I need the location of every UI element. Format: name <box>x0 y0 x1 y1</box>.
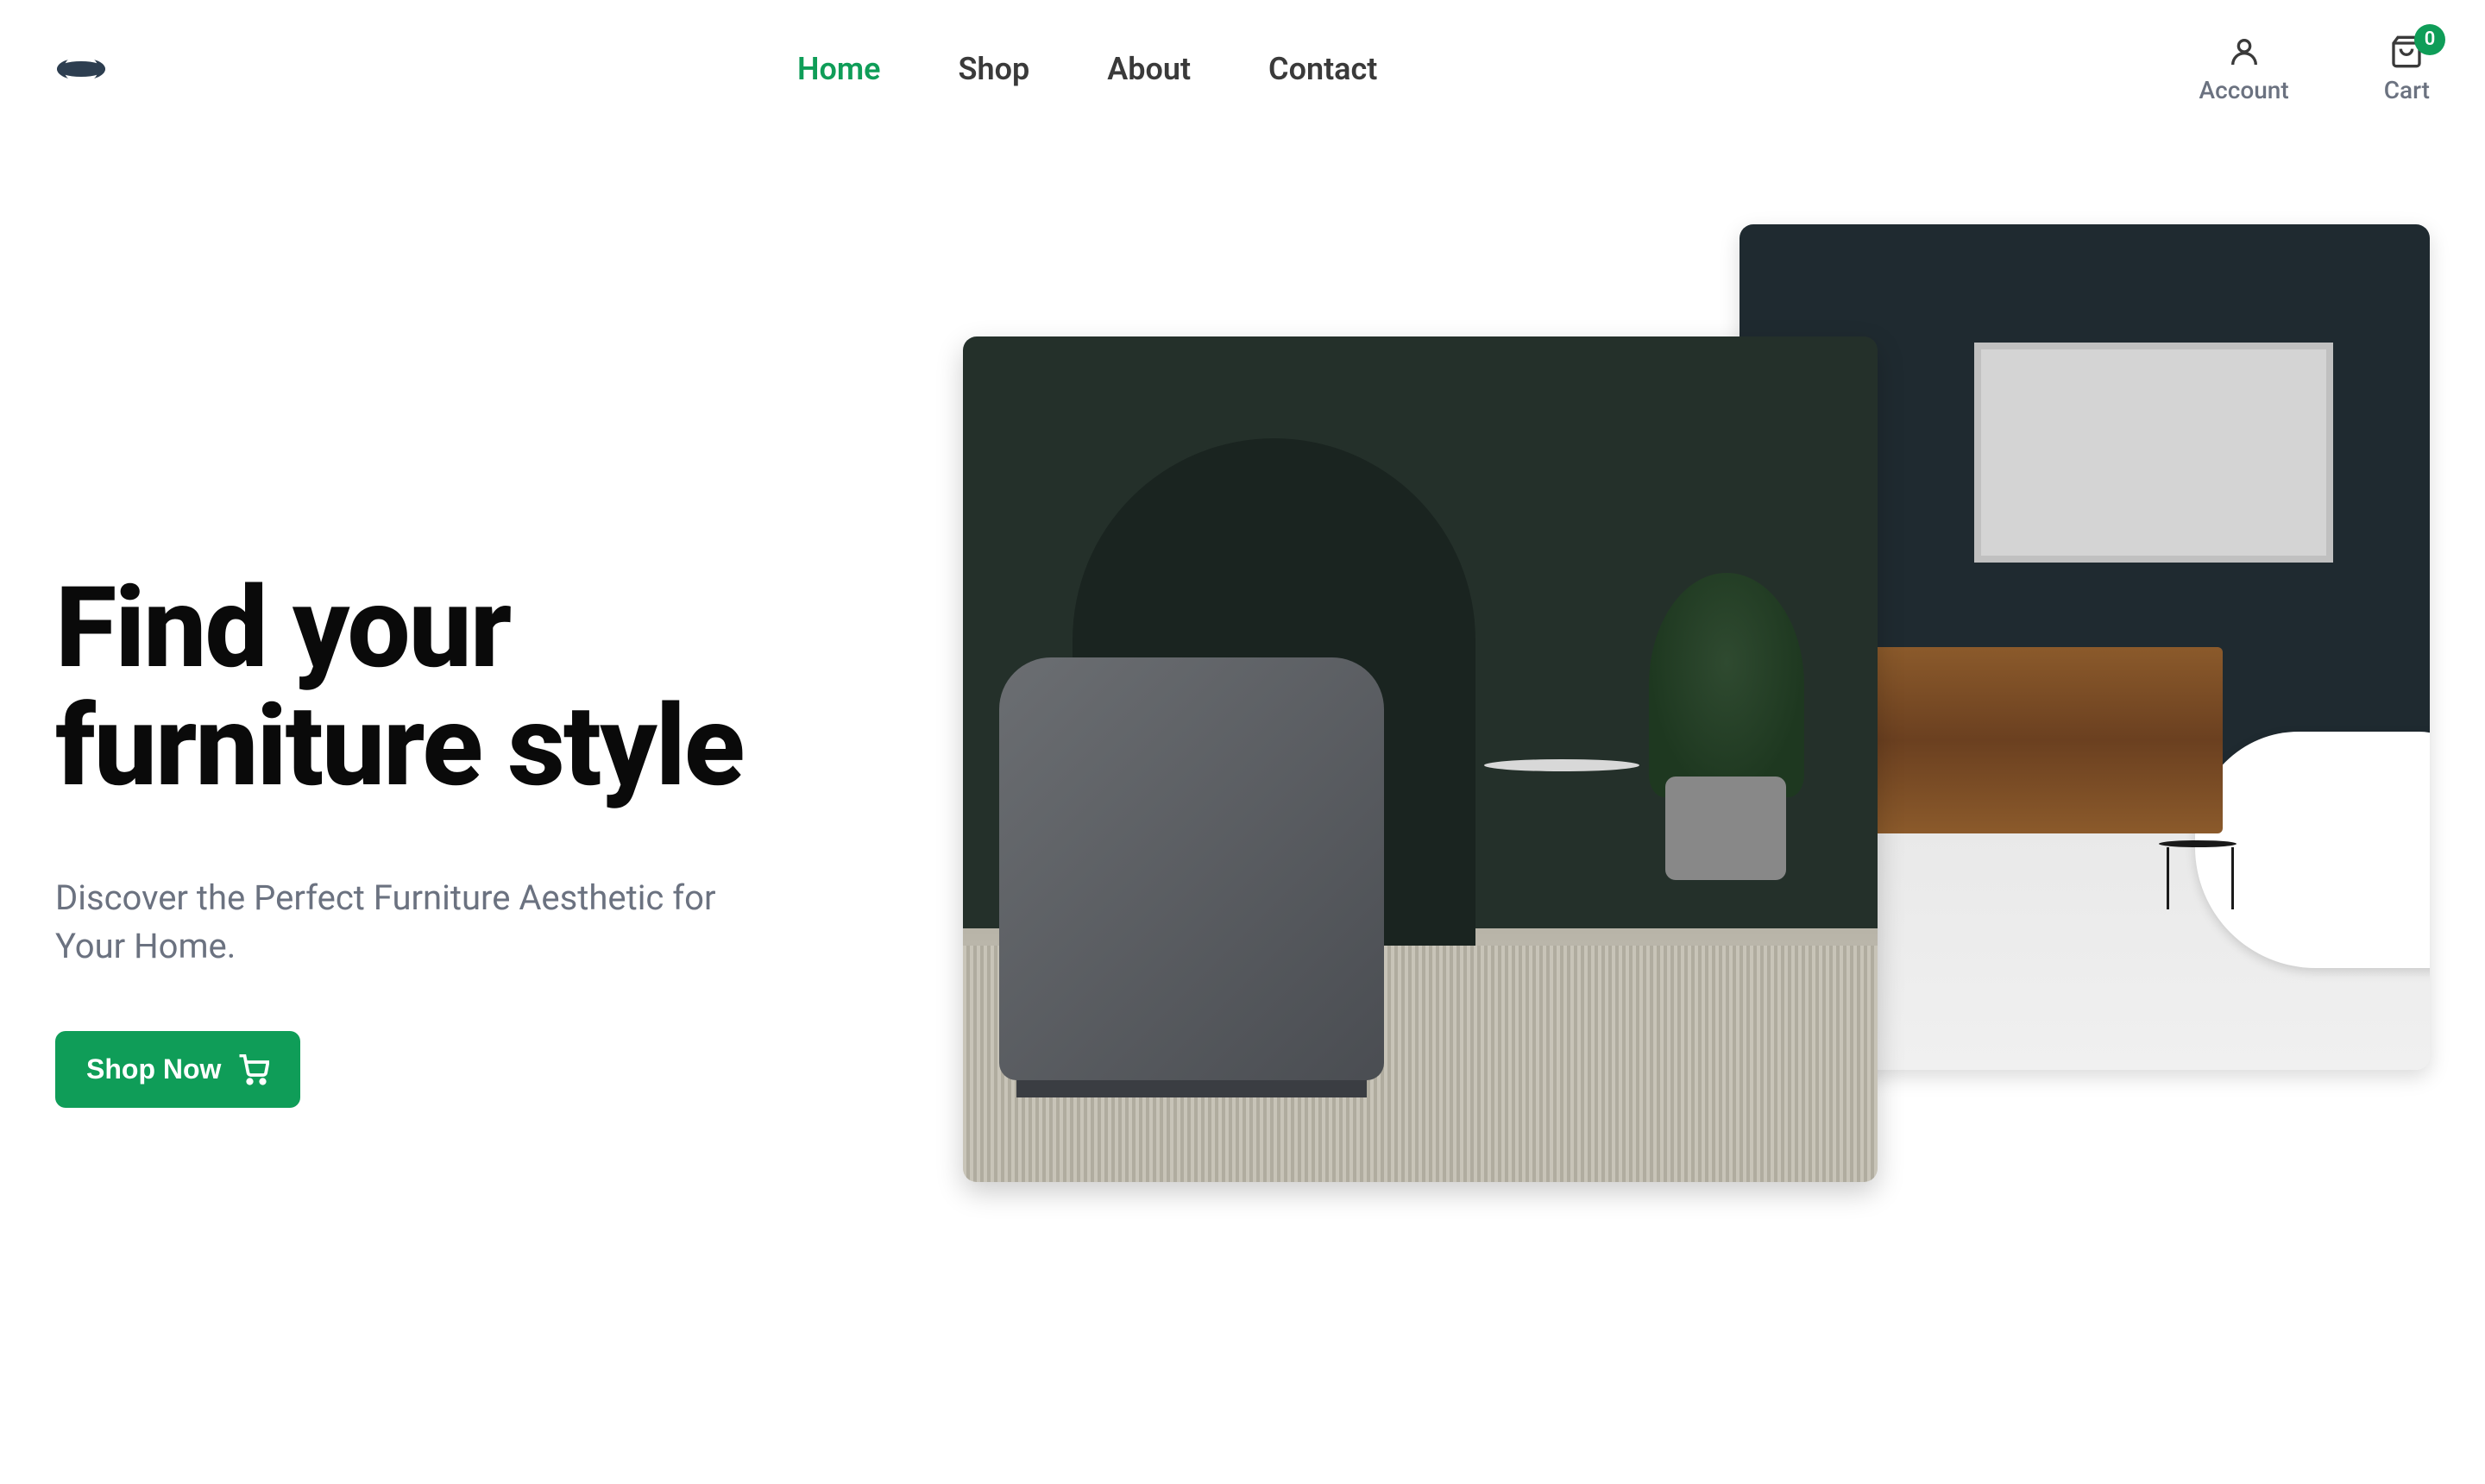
cart-link[interactable]: 0 Cart <box>2384 35 2430 104</box>
living-room-photo <box>963 336 1878 1182</box>
cart-icon <box>238 1054 269 1085</box>
main-nav: Home Shop About Contact <box>797 51 1377 87</box>
hero-title: Find your furniture style <box>55 569 832 805</box>
cart-count-badge: 0 <box>2414 24 2445 55</box>
nav-shop[interactable]: Shop <box>959 51 1030 87</box>
user-icon <box>2227 35 2262 69</box>
nav-home[interactable]: Home <box>797 51 881 87</box>
hero-subtitle: Discover the Perfect Furniture Aesthetic… <box>55 874 780 971</box>
account-label: Account <box>2199 76 2289 104</box>
hero-title-line2: furniture style <box>55 680 743 812</box>
hero-image-stack <box>963 224 2430 1260</box>
cta-label: Shop Now <box>86 1053 221 1085</box>
header-actions: Account 0 Cart <box>2199 35 2430 104</box>
cart-label: Cart <box>2384 76 2430 104</box>
hero-image-living-room <box>963 336 1878 1182</box>
rug-shape <box>963 946 1878 1182</box>
site-logo[interactable] <box>55 47 107 91</box>
account-link[interactable]: Account <box>2199 35 2289 104</box>
hero-title-line1: Find your <box>55 562 510 694</box>
site-header: Home Shop About Contact Account 0 Cart <box>0 0 2485 138</box>
eye-logo-icon <box>55 47 107 91</box>
shop-now-button[interactable]: Shop Now <box>55 1031 300 1108</box>
table-shape <box>1484 759 1639 771</box>
nav-about[interactable]: About <box>1107 51 1191 87</box>
plant-shape <box>1649 573 1804 797</box>
hero-section: Find your furniture style Discover the P… <box>0 138 2485 1484</box>
hero-content: Find your furniture style Discover the P… <box>55 190 832 1432</box>
pot-shape <box>1665 777 1786 880</box>
nav-contact[interactable]: Contact <box>1268 51 1377 87</box>
side-table-shape <box>2159 840 2236 918</box>
